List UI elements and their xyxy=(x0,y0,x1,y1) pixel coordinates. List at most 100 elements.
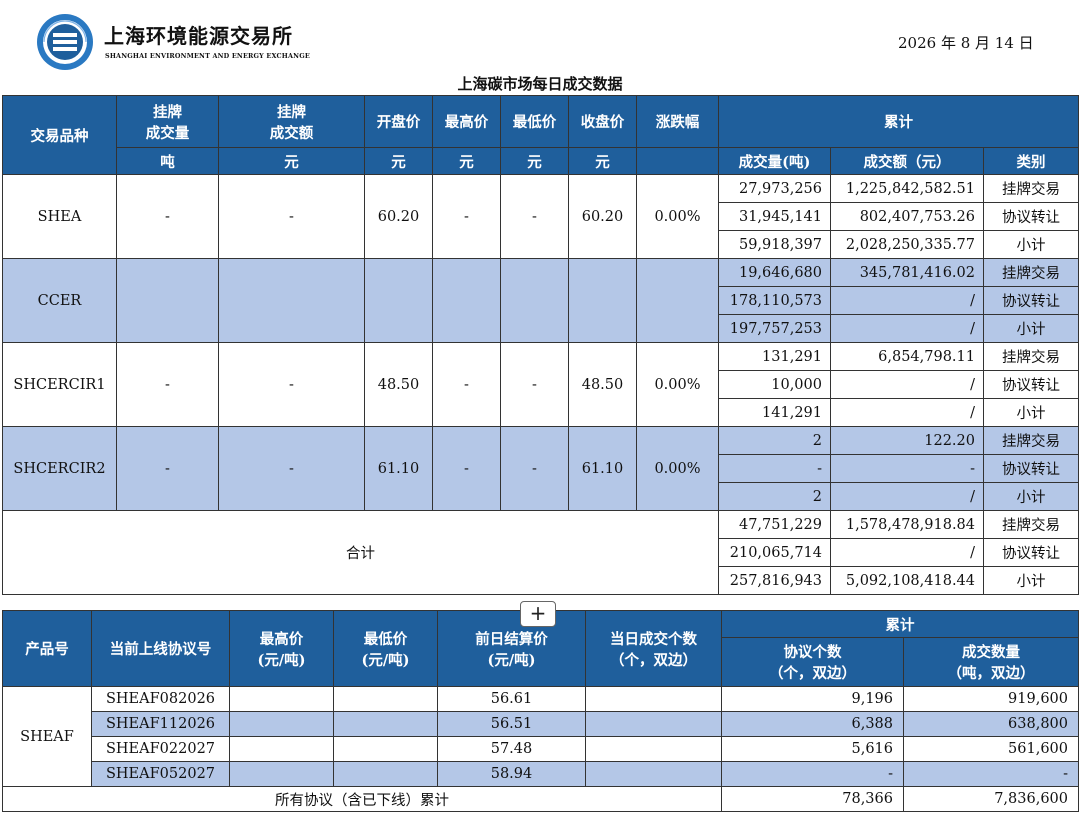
total-row: 合计 47,751,229 1,578,478,918.84 挂牌交易 xyxy=(2,510,1079,595)
org-name-en: SHANGHAI ENVIRONMENT AND ENERGY EXCHANGE xyxy=(105,52,310,60)
contract-id: SHEAF022027 xyxy=(91,736,230,762)
listed-volume: - xyxy=(116,426,219,511)
cum-volume: 27,973,256 xyxy=(718,174,831,203)
total-label: 合计 xyxy=(2,510,719,595)
total-row: 所有协议（含已下线）累计 78,366 7,836,600 xyxy=(2,786,1079,812)
cum-volume: 59,918,397 xyxy=(718,230,831,259)
col-trade-quantity: 成交数量 （吨，双边） xyxy=(903,637,1079,687)
agreement-count: 5,616 xyxy=(721,736,904,762)
table-row: SHCERCIR1 - - 48.50 - - 48.50 0.00% 131,… xyxy=(2,342,1079,427)
cum-amount: / xyxy=(830,538,984,567)
prev-settle-price: 58.94 xyxy=(437,761,586,787)
unit-ton: 吨 xyxy=(116,147,219,175)
table-row: SHEAF112026 56.51 6,388 638,800 xyxy=(3,711,1079,737)
cum-volume: 178,110,573 xyxy=(718,286,831,315)
price-change: 0.00% xyxy=(636,342,719,427)
category: 小计 xyxy=(983,566,1079,595)
exchange-logo-icon xyxy=(37,14,93,70)
cum-amount: / xyxy=(830,398,984,427)
col-close: 收盘价 xyxy=(568,95,637,148)
open-price: 61.10 xyxy=(364,426,433,511)
day-count xyxy=(585,711,722,737)
low-price xyxy=(500,258,569,343)
trade-quantity: - xyxy=(903,761,1079,787)
product-name: SHEA xyxy=(2,174,117,259)
cum-volume: 210,065,714 xyxy=(718,538,831,567)
product-name: SHCERCIR1 xyxy=(2,342,117,427)
trade-quantity: 561,600 xyxy=(903,736,1079,762)
agreement-count: 6,388 xyxy=(721,711,904,737)
table-row: SHEAF052027 58.94 - - xyxy=(3,761,1079,787)
futures-table: 产品号 当前上线协议号 最高价 (元/吨) 最低价 (元/吨) 前日结算价 (元/吨)… xyxy=(2,610,1079,812)
category: 小计 xyxy=(983,314,1079,343)
listed-volume xyxy=(116,258,219,343)
high-price xyxy=(229,736,334,762)
cum-amount: 2,028,250,335.77 xyxy=(830,230,984,259)
cum-amount: / xyxy=(830,286,984,315)
price-change xyxy=(636,258,719,343)
high-price xyxy=(229,686,334,712)
table-row: SHEA - - 60.20 - - 60.20 0.00% 27,973,25… xyxy=(2,174,1079,259)
close-price: 60.20 xyxy=(568,174,637,259)
prev-settle-price: 56.51 xyxy=(437,711,586,737)
col-product: 交易品种 xyxy=(2,95,117,175)
cum-volume: 197,757,253 xyxy=(718,314,831,343)
contract-id: SHEAF052027 xyxy=(91,761,230,787)
unit-yuan: 元 xyxy=(500,147,569,175)
expand-button[interactable]: + xyxy=(520,601,556,627)
col-high: 最高价 xyxy=(432,95,501,148)
cum-volume: 2 xyxy=(718,426,831,455)
cum-amount: - xyxy=(830,454,984,483)
org-name-cn: 上海环境能源交易所 xyxy=(104,24,293,48)
price-change: 0.00% xyxy=(636,426,719,511)
product-name: CCER xyxy=(2,258,117,343)
table-row: SHCERCIR2 - - 61.10 - - 61.10 0.00% 2 12… xyxy=(2,426,1079,511)
cum-volume: 257,816,943 xyxy=(718,566,831,595)
low-price: - xyxy=(500,426,569,511)
open-price xyxy=(364,258,433,343)
close-price: 48.50 xyxy=(568,342,637,427)
day-count xyxy=(585,686,722,712)
col-day-count: 当日成交个数 （个，双边） xyxy=(585,610,722,687)
cum-amount: 802,407,753.26 xyxy=(830,202,984,231)
prev-settle-price: 56.61 xyxy=(437,686,586,712)
col-product-no: 产品号 xyxy=(2,610,92,687)
close-price: 61.10 xyxy=(568,426,637,511)
col-cum-volume: 成交量(吨) xyxy=(718,147,831,175)
day-count xyxy=(585,761,722,787)
cum-volume: 31,945,141 xyxy=(718,202,831,231)
page-header: 上海环境能源交易所 SHANGHAI ENVIRONMENT AND ENERG… xyxy=(0,0,1080,80)
unit-blank xyxy=(636,147,719,175)
price-change: 0.00% xyxy=(636,174,719,259)
col-listed-amount: 挂牌 成交额 xyxy=(218,95,365,148)
cum-amount: 6,854,798.11 xyxy=(830,342,984,371)
category: 协议转让 xyxy=(983,454,1079,483)
cum-amount: 1,225,842,582.51 xyxy=(830,174,984,203)
day-count xyxy=(585,736,722,762)
prev-settle-price: 57.48 xyxy=(437,736,586,762)
cum-amount: / xyxy=(830,482,984,511)
listed-volume: - xyxy=(116,174,219,259)
category: 挂牌交易 xyxy=(983,426,1079,455)
unit-yuan: 元 xyxy=(364,147,433,175)
cum-amount: 122.20 xyxy=(830,426,984,455)
listed-volume: - xyxy=(116,342,219,427)
cum-amount: 1,578,478,918.84 xyxy=(830,510,984,539)
low-price xyxy=(333,761,438,787)
cum-volume: - xyxy=(718,454,831,483)
col-low: 最低价 xyxy=(500,95,569,148)
high-price xyxy=(229,761,334,787)
trade-quantity: 638,800 xyxy=(903,711,1079,737)
low-price: - xyxy=(500,174,569,259)
category: 小计 xyxy=(983,398,1079,427)
unit-yuan: 元 xyxy=(432,147,501,175)
cum-volume: 2 xyxy=(718,482,831,511)
col-listed-volume: 挂牌 成交量 xyxy=(116,95,219,148)
cum-amount: 345,781,416.02 xyxy=(830,258,984,287)
product-no: SHEAF xyxy=(2,686,92,787)
col-contract: 当前上线协议号 xyxy=(91,610,230,687)
agreement-count: 9,196 xyxy=(721,686,904,712)
cum-volume: 10,000 xyxy=(718,370,831,399)
col-agreement-count: 协议个数 （个，双边） xyxy=(721,637,904,687)
low-price xyxy=(333,736,438,762)
